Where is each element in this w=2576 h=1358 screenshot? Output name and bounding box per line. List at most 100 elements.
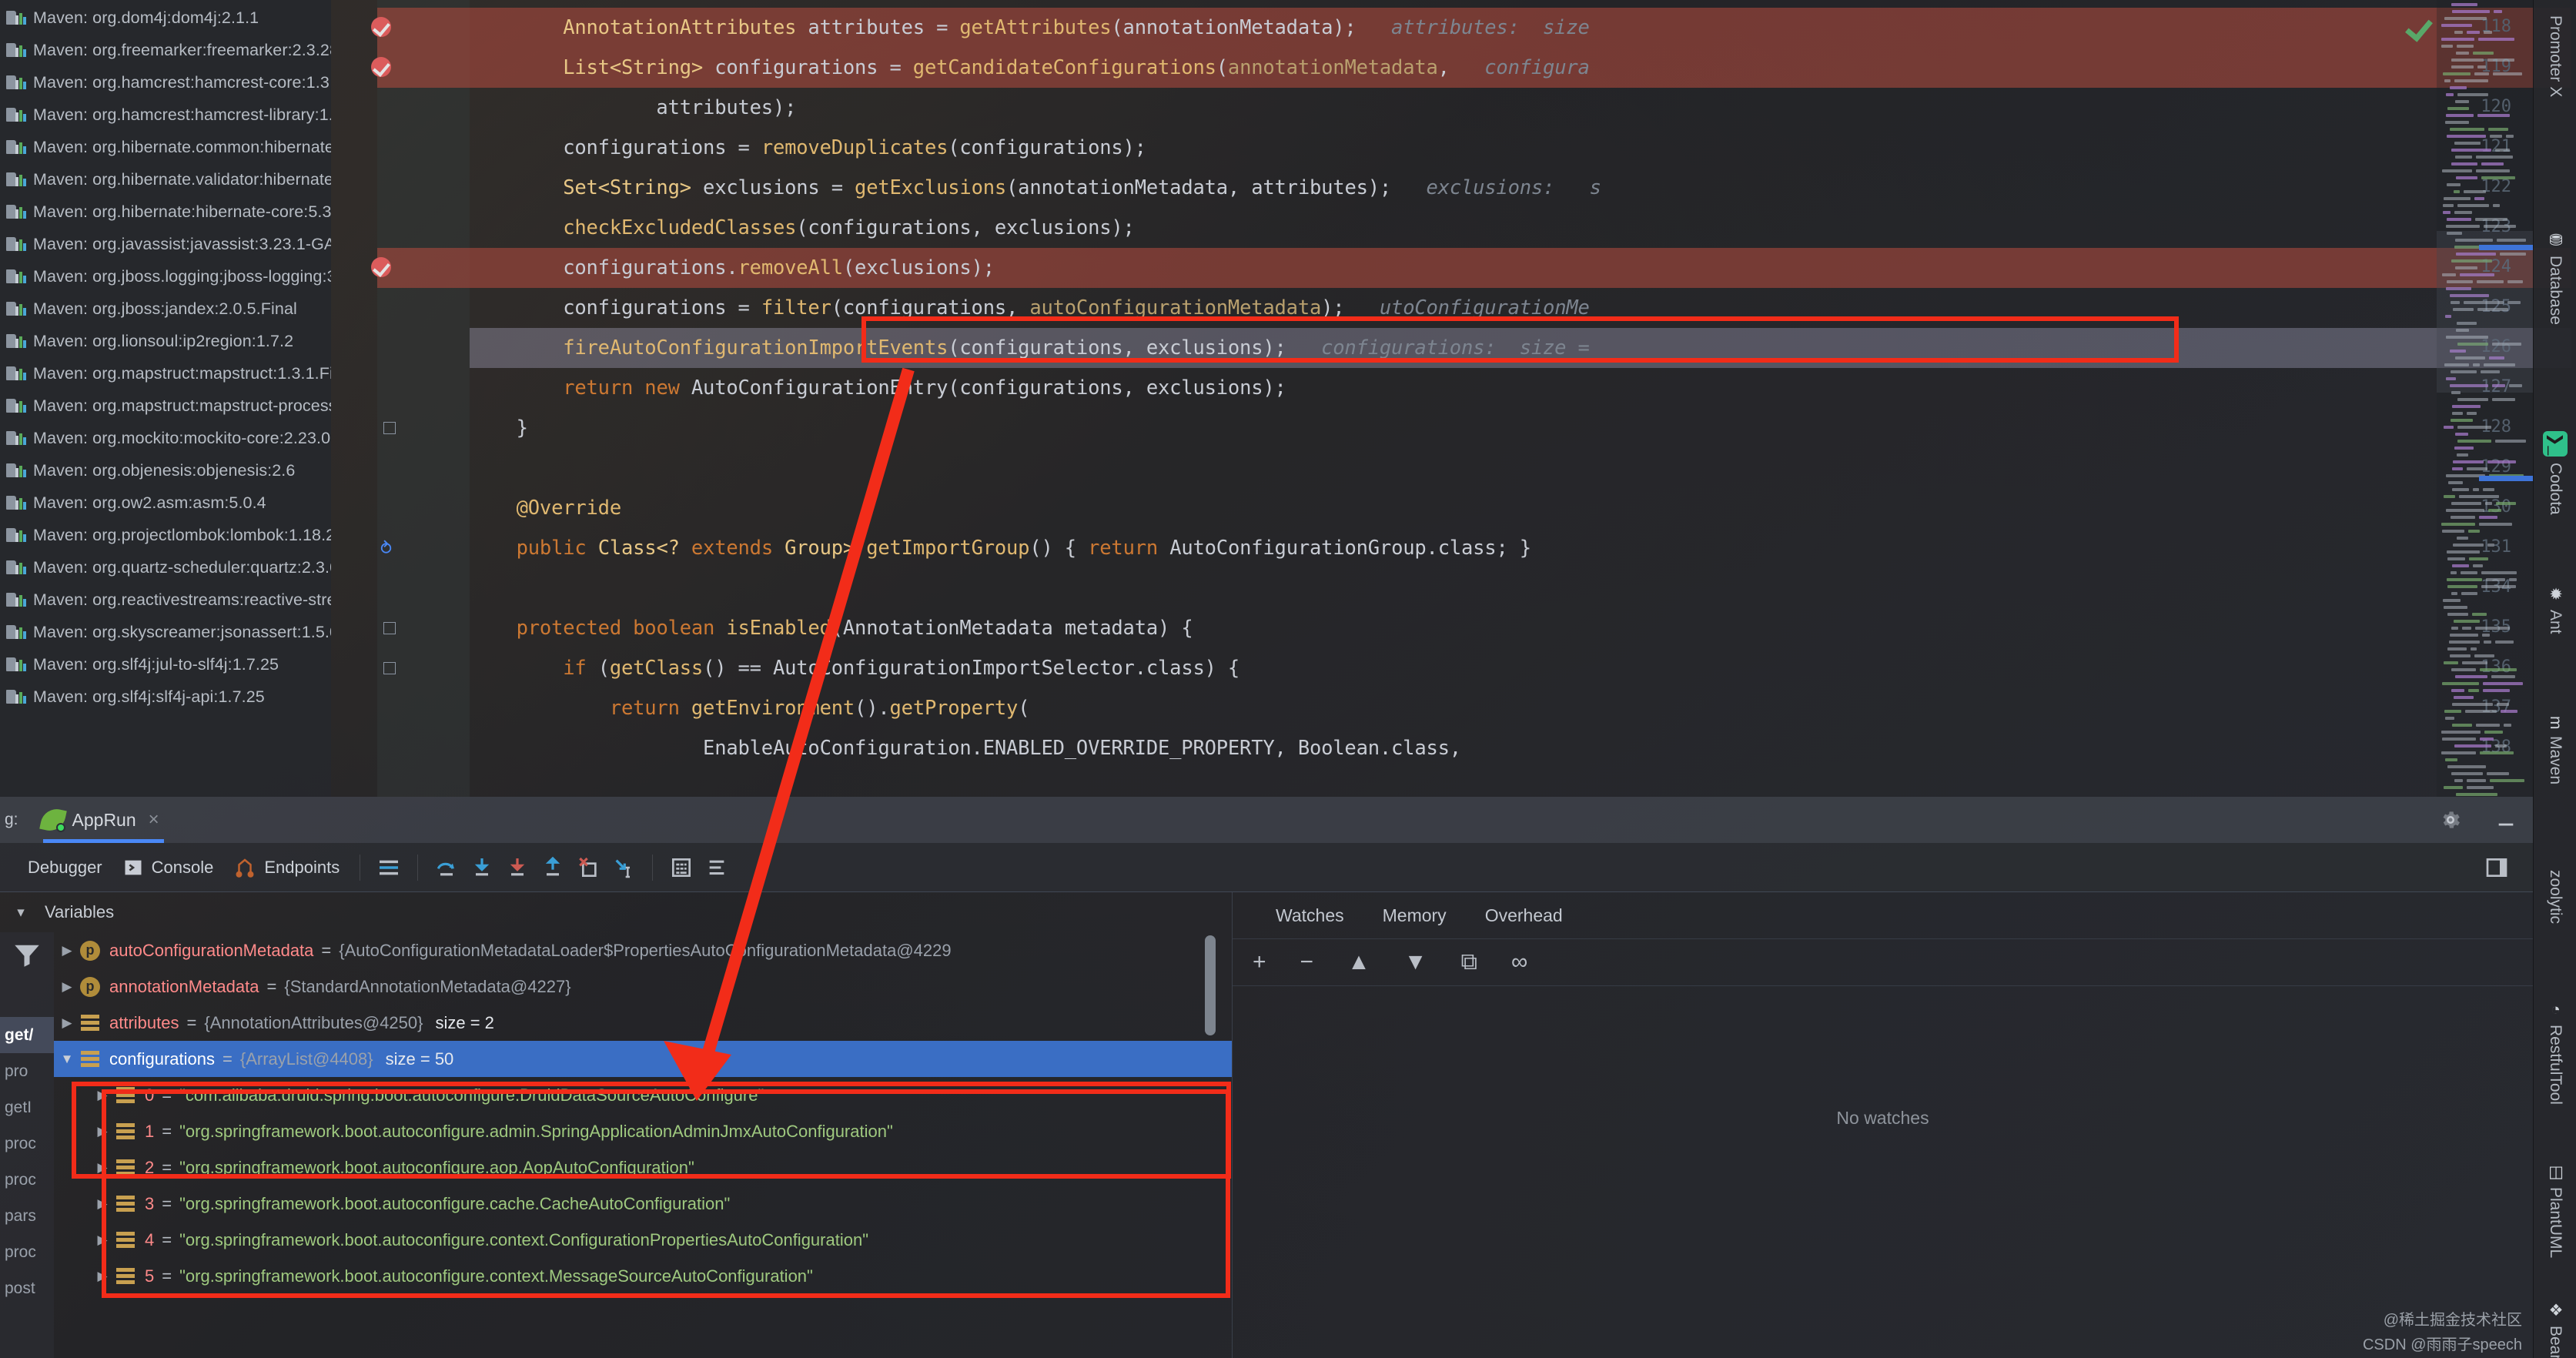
tree-item[interactable]: Maven: org.hibernate:hibernate-core:5.3.…	[0, 196, 331, 228]
tool-strip-item-promoter-x[interactable]: Promoter X	[2534, 15, 2576, 97]
tool-strip-item-restfultool[interactable]: ◔ RestfulTool	[2534, 1001, 2576, 1105]
override-method-marker[interactable]: ⥁	[380, 539, 392, 559]
settings-panel-icon[interactable]	[2479, 850, 2514, 885]
tool-strip-item-bean-validation[interactable]: ❖ Bean Validation	[2534, 1301, 2576, 1358]
remove-watch-icon[interactable]: −	[1300, 951, 1314, 974]
minimap-viewport[interactable]	[2437, 231, 2533, 393]
variables-panel[interactable]: ▾ Variables get/pro getI proc proc pars proc p…	[0, 892, 1232, 1358]
code-line[interactable]: fireAutoConfigurationImportEvents(config…	[470, 336, 1590, 360]
drop-frame-icon[interactable]	[570, 850, 606, 885]
tree-item[interactable]: Maven: org.jboss.logging:jboss-logging:3…	[0, 260, 331, 293]
variable-row[interactable]: ▼ configurations = {ArrayList@4408} size = 5…	[54, 1041, 1232, 1077]
code-line[interactable]: protected boolean isEnabled(AnnotationMe…	[470, 617, 1193, 640]
tree-item[interactable]: Maven: org.quartz-scheduler:quartz:2.3.0	[0, 551, 331, 584]
variable-row[interactable]: ▶ 0 = "com.alibaba.druid.spring.boot.autoco…	[54, 1077, 1232, 1113]
code-line[interactable]: EnableAutoConfiguration.ENABLED_OVERRIDE…	[470, 737, 1461, 760]
tree-item[interactable]: Maven: org.mapstruct:mapstruct:1.3.1.Fin…	[0, 357, 331, 390]
breakpoint-icon[interactable]	[371, 257, 391, 277]
code-line[interactable]: }	[470, 416, 528, 440]
frame-row[interactable]: proc	[0, 1234, 54, 1270]
tool-strip-item-database[interactable]: ⛃ Database	[2534, 231, 2576, 325]
editor-minimap[interactable]	[2437, 0, 2533, 797]
tree-item[interactable]: Maven: org.objenesis:objenesis:2.6	[0, 454, 331, 487]
frame-row[interactable]: get/	[0, 1017, 54, 1053]
tree-item[interactable]: Maven: org.freemarker:freemarker:2.3.28	[0, 34, 331, 66]
chevron-down-icon[interactable]: ▾	[8, 904, 34, 922]
expand-triangle-icon[interactable]: ▶	[89, 1160, 115, 1176]
code-line[interactable]: AnnotationAttributes attributes = getAtt…	[470, 16, 1590, 39]
breakpoint-icon[interactable]	[371, 57, 391, 77]
tree-item[interactable]: Maven: org.reactivestreams:reactive-stre…	[0, 584, 331, 616]
step-out-icon[interactable]	[535, 850, 570, 885]
frame-row[interactable]: post	[0, 1270, 54, 1306]
code-line[interactable]: configurations = removeDuplicates(config…	[470, 136, 1146, 159]
code-editor[interactable]: 118 AnnotationAttributes attributes = ge…	[331, 0, 2576, 797]
expand-triangle-icon[interactable]: ▶	[54, 979, 80, 995]
tree-item[interactable]: Maven: org.hamcrest:hamcrest-core:1.3	[0, 66, 331, 99]
frame-row[interactable]: pro	[0, 1053, 54, 1089]
close-icon[interactable]: ×	[149, 809, 159, 831]
step-into-icon[interactable]	[464, 850, 500, 885]
link-icon[interactable]: ∞	[1511, 951, 1527, 974]
expand-triangle-icon[interactable]: ▼	[54, 1052, 80, 1067]
code-line[interactable]: @Override	[470, 497, 622, 520]
copy-icon[interactable]: ⧉	[1460, 951, 1477, 974]
frame-row[interactable]: pars	[0, 1198, 54, 1234]
code-fold-marker[interactable]	[383, 622, 396, 634]
variable-row[interactable]: ▶ attributes = {AnnotationAttributes@4250} s…	[54, 1005, 1232, 1041]
tree-item[interactable]: Maven: org.hibernate.validator:hibernate…	[0, 163, 331, 196]
tool-strip-item-plantuml[interactable]: ◫ PlantUML	[2534, 1162, 2576, 1258]
tree-item[interactable]: Maven: org.jboss:jandex:2.0.5.Final	[0, 293, 331, 325]
code-line[interactable]: return getEnvironment().getProperty(	[470, 697, 1030, 720]
run-to-cursor-icon[interactable]	[606, 850, 641, 885]
variable-row[interactable]: ▶ 3 = "org.springframework.boot.autoconfigu…	[54, 1186, 1232, 1222]
expand-triangle-icon[interactable]: ▶	[89, 1269, 115, 1284]
tree-item[interactable]: Maven: org.slf4j:slf4j-api:1.7.25	[0, 681, 331, 713]
tree-item[interactable]: Maven: org.dom4j:dom4j:2.1.1	[0, 2, 331, 34]
code-line[interactable]: checkExcludedClasses(configurations, exc…	[470, 216, 1135, 239]
watches-panel[interactable]: Watches Memory Overhead + − ▲ ▼ ⧉ ∞ No watches	[1232, 892, 2533, 1358]
variable-row[interactable]: ▶ 2 = "org.springframework.boot.autoconfigu…	[54, 1149, 1232, 1186]
frame-row[interactable]: proc	[0, 1126, 54, 1162]
expand-triangle-icon[interactable]: ▶	[54, 943, 80, 958]
move-down-icon[interactable]: ▼	[1404, 951, 1427, 974]
layout-icon[interactable]	[371, 850, 406, 885]
inspection-ok-icon[interactable]	[2407, 14, 2433, 40]
expand-triangle-icon[interactable]: ▶	[89, 1233, 115, 1248]
frame-row[interactable]: getI	[0, 1089, 54, 1126]
code-line[interactable]: return new AutoConfigurationEntry(config…	[470, 376, 1286, 400]
code-line[interactable]: attributes);	[470, 96, 796, 119]
tree-item[interactable]: Maven: org.slf4j:jul-to-slf4j:1.7.25	[0, 648, 331, 681]
code-fold-marker[interactable]	[383, 422, 396, 434]
debug-toolbar[interactable]: Debugger Console Endpoints	[0, 843, 2533, 892]
evaluate-expression-icon[interactable]	[664, 850, 699, 885]
expand-triangle-icon[interactable]: ▶	[54, 1015, 80, 1031]
minimize-icon[interactable]	[2488, 802, 2524, 838]
tree-item[interactable]: Maven: org.lionsoul:ip2region:1.7.2	[0, 325, 331, 357]
tree-item[interactable]: Maven: org.mockito:mockito-core:2.23.0	[0, 422, 331, 454]
variable-row[interactable]: ▶ autoConfigurationMetadata = {AutoConfigur…	[54, 932, 1232, 968]
force-step-into-icon[interactable]	[500, 850, 535, 885]
variables-scrollbar[interactable]	[1205, 935, 1216, 1035]
code-line[interactable]: if (getClass() == AutoConfigurationImpor…	[470, 657, 1239, 680]
variable-row[interactable]: ▶ 1 = "org.springframework.boot.autoconfigu…	[54, 1113, 1232, 1149]
tree-item[interactable]: Maven: org.hibernate.common:hibernate-co…	[0, 131, 331, 163]
code-line[interactable]: configurations = filter(configurations, …	[470, 296, 1590, 319]
code-fold-marker[interactable]	[383, 662, 396, 674]
watches-tab-bar[interactable]: Watches Memory Overhead	[1233, 892, 2533, 938]
expand-triangle-icon[interactable]: ▶	[89, 1196, 115, 1212]
filter-icon[interactable]	[11, 938, 43, 971]
run-tab-apprun[interactable]: AppRun ×	[35, 797, 172, 843]
tab-console[interactable]: Console	[122, 857, 213, 878]
expand-triangle-icon[interactable]: ▶	[89, 1088, 115, 1103]
code-line[interactable]: public Class<? extends Group> getImportG…	[470, 537, 1532, 560]
breakpoint-icon[interactable]	[371, 17, 391, 37]
tree-item[interactable]: Maven: org.projectlombok:lombok:1.18.2	[0, 519, 331, 551]
variable-row[interactable]: ▶ annotationMetadata = {StandardAnnotationM…	[54, 968, 1232, 1005]
tree-item[interactable]: Maven: org.ow2.asm:asm:5.0.4	[0, 487, 331, 519]
tree-item[interactable]: Maven: org.hamcrest:hamcrest-library:1.3	[0, 99, 331, 131]
tool-strip-item-maven[interactable]: m Maven	[2534, 716, 2576, 784]
right-tool-strip[interactable]: Promoter X ⛃ Database ❯_ Codota ✹ Ant m Maven zoo…	[2533, 0, 2576, 1358]
watches-tab-memory[interactable]: Memory	[1383, 905, 1447, 926]
move-up-icon[interactable]: ▲	[1347, 951, 1370, 974]
